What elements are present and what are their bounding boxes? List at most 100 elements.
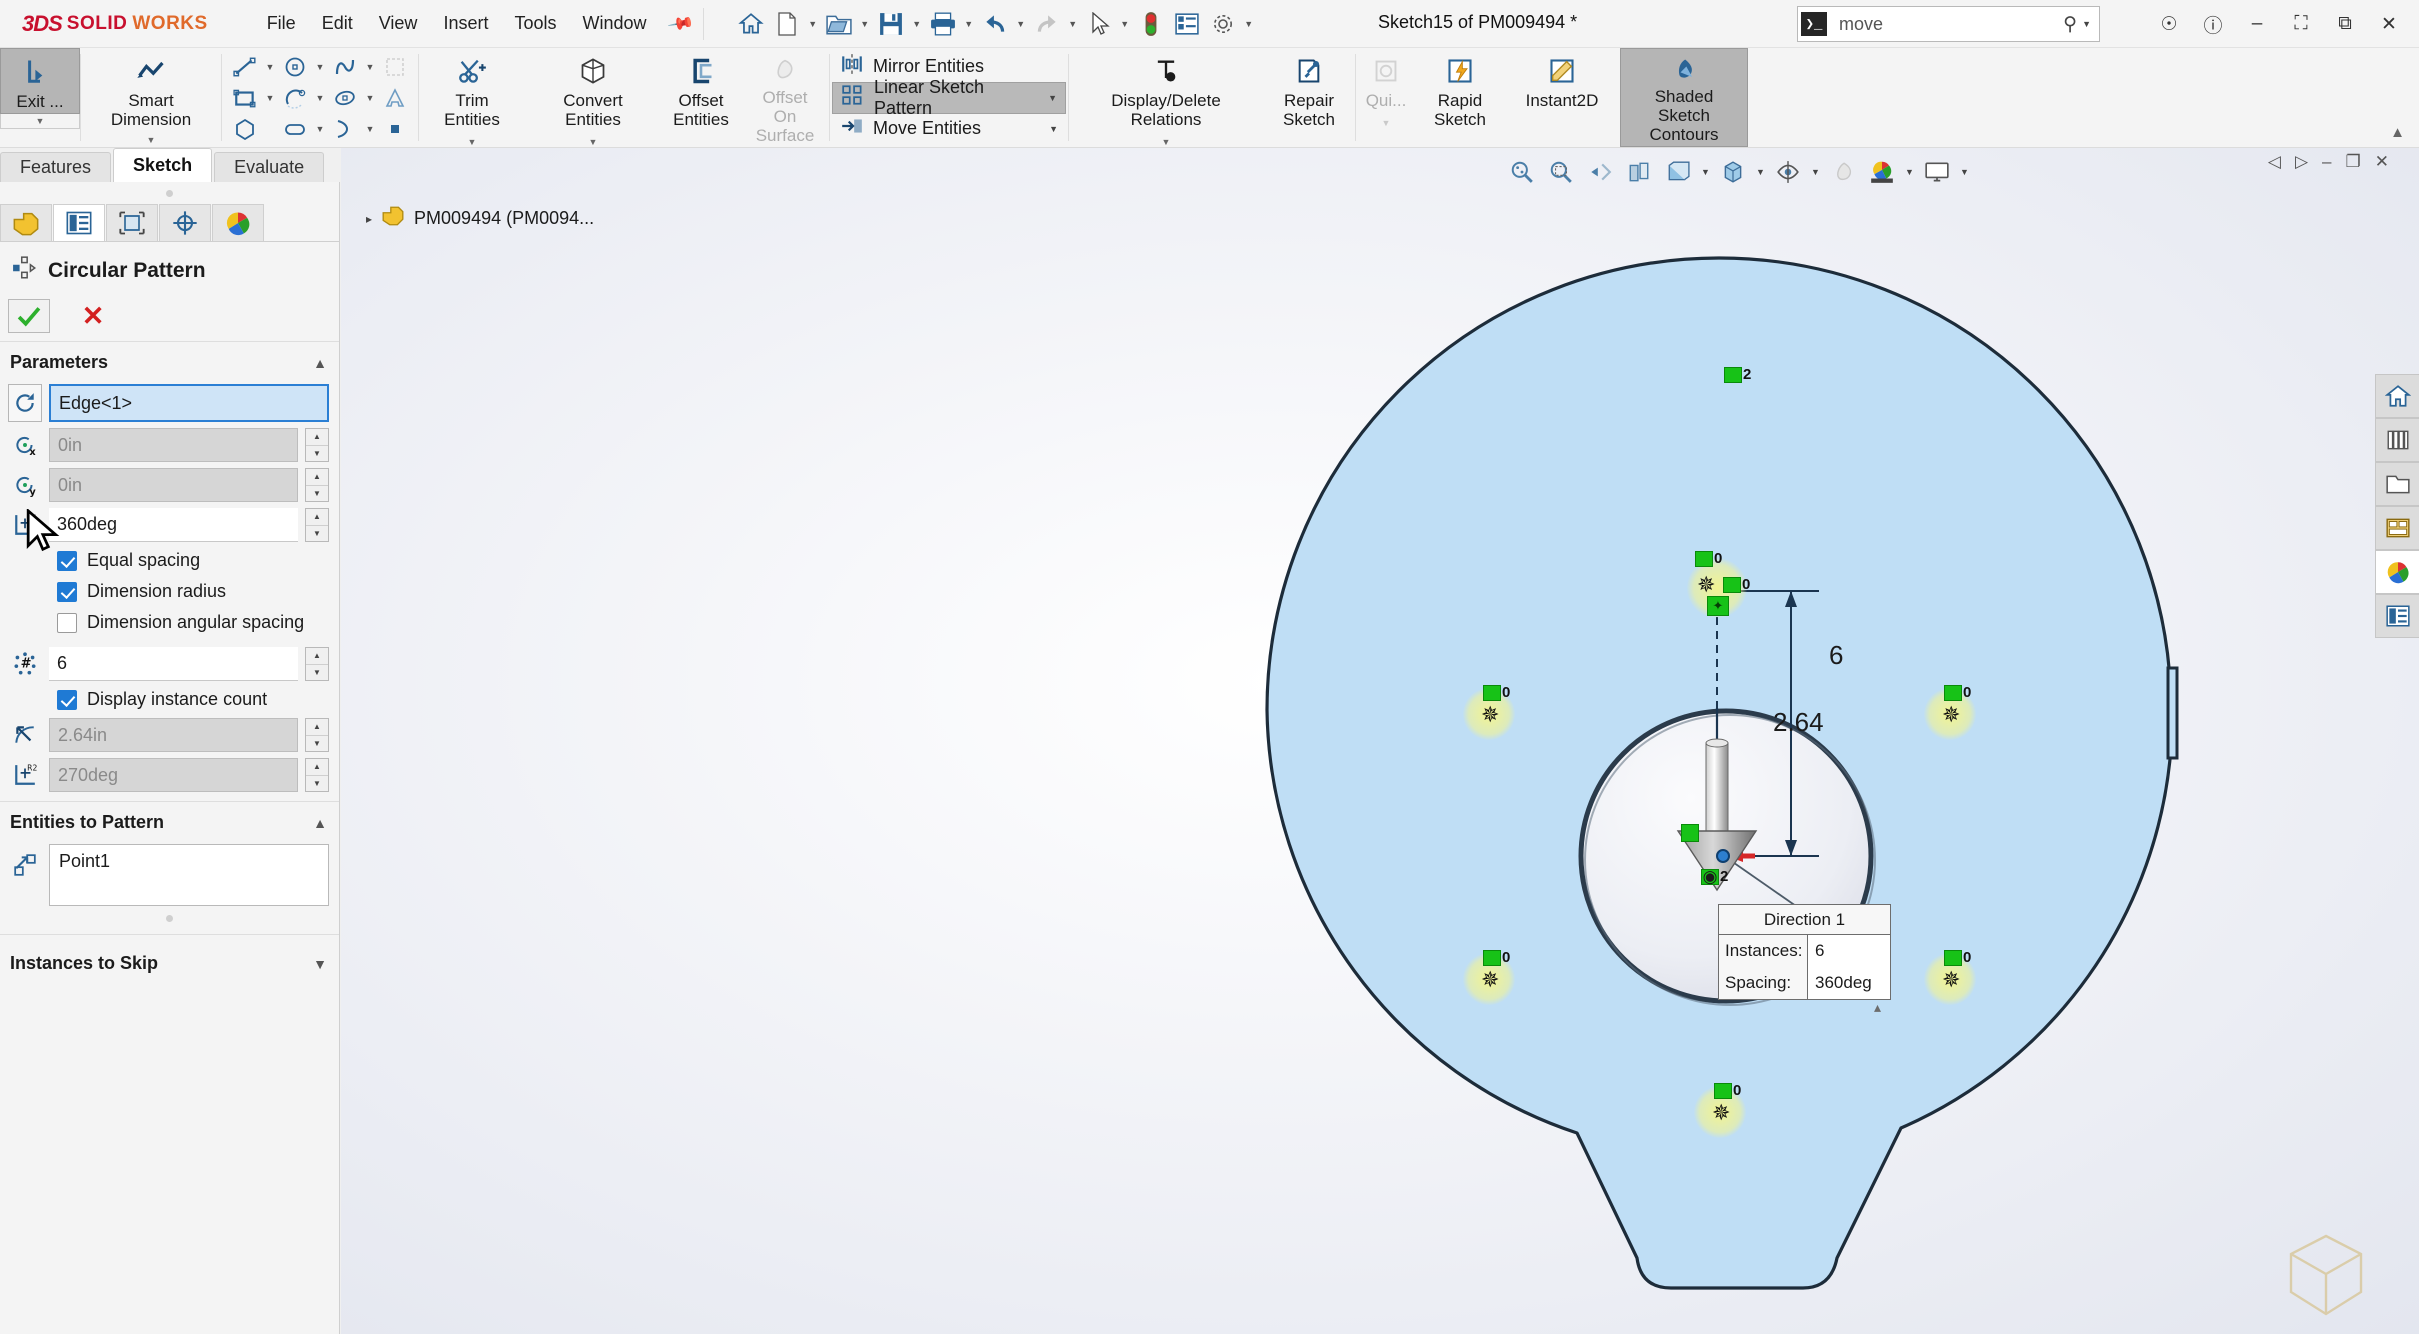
select-cursor-caret-icon[interactable]: ▼ [1118,19,1132,29]
section-entities-to-pattern[interactable]: Entities to Pattern ▲ [0,802,339,841]
view-palette-icon[interactable] [2375,506,2419,550]
polygon-icon[interactable] [228,114,262,144]
center-x-field[interactable]: 0in [49,428,298,462]
new-document-icon[interactable] [770,7,804,41]
solidworks-resources-icon[interactable] [2375,374,2419,418]
home-icon[interactable] [734,7,768,41]
pattern-point-seed[interactable]: 0 ✵ 0 ✦ [1681,550,1753,624]
exit-sketch-button[interactable]: Exit ... [0,48,80,114]
options-caret-icon[interactable]: ▼ [1242,19,1256,29]
graphics-area[interactable]: ▼ ▼ ▼ ▼ ▼ ◁ ▷ – ❐ ✕ ▸ PM009494 (PM0094..… [341,148,2419,1334]
shaded-sketch-contours-button[interactable]: Shaded Sketch Contours [1620,48,1748,147]
instance-count-stepper[interactable]: ▲ ▼ [305,647,329,681]
pattern-point-center[interactable]: ◉ 2 [1697,860,1745,900]
open-folder-caret-icon[interactable]: ▼ [858,19,872,29]
display-instance-count-checkbox[interactable] [57,689,77,710]
tab-evaluate[interactable]: Evaluate [214,152,325,182]
ellipse-caret-icon[interactable]: ▼ [362,93,378,103]
dimension-angular-spacing-checkbox[interactable] [57,612,77,633]
search-input[interactable]: ❯_ move ⚲ ▼ [1797,6,2100,42]
center-y-stepper[interactable]: ▲ ▼ [305,468,329,502]
options-gear-icon[interactable] [1206,7,1240,41]
chevron-up-icon[interactable]: ▲ [313,355,327,371]
tab-sketch[interactable]: Sketch [113,148,213,182]
ribbon-collapse-icon[interactable]: ▲ [2390,124,2405,141]
section-parameters[interactable]: Parameters ▲ [0,342,339,381]
arc-icon[interactable] [278,83,312,113]
instances-chevron-down-icon[interactable]: ▼ [313,956,327,972]
menu-item-file[interactable]: File [254,7,309,40]
instance-count-dimension[interactable]: 6 [1829,640,1843,671]
view-cube-icon[interactable] [2281,1230,2371,1320]
checkbox-display-instance-count[interactable]: Display instance count [0,684,339,715]
pattern-point-top[interactable]: 2 [1704,366,1756,422]
checkbox-dimension-angular-spacing[interactable]: Dimension angular spacing [0,607,339,638]
total-angle-stepper[interactable]: ▲ ▼ [305,508,329,542]
menu-item-tools[interactable]: Tools [501,7,569,40]
radius-field[interactable]: 2.64in [49,718,298,752]
move-entities-caret-icon[interactable]: ▼ [1035,124,1058,134]
minimize-button[interactable]: – [2237,4,2277,44]
display-delete-relations-button[interactable]: Display/Delete Relations [1069,48,1263,131]
undo-caret-icon[interactable]: ▼ [1014,19,1028,29]
spline-icon[interactable] [328,52,362,82]
menu-item-window[interactable]: Window [570,7,660,40]
tab-features[interactable]: Features [0,152,112,182]
rotation-axis-icon[interactable] [8,384,42,422]
select-cursor-icon[interactable] [1082,7,1116,41]
exit-sketch-dropdown-icon[interactable]: ▼ [0,114,80,129]
checkbox-dimension-radius[interactable]: Dimension radius [0,576,339,607]
center-x-stepper[interactable]: ▲ ▼ [305,428,329,462]
trim-entities-button[interactable]: Trim Entities [419,48,525,131]
radius-dimension[interactable]: 2.64 [1773,707,1824,738]
save-caret-icon[interactable]: ▼ [910,19,924,29]
menu-item-view[interactable]: View [366,7,431,40]
equal-spacing-checkbox[interactable] [57,550,77,571]
accept-button[interactable] [8,299,50,333]
search-icon[interactable]: ⚲ [2063,13,2077,36]
offset-entities-button[interactable]: Offset Entities [661,48,741,147]
file-explorer-icon[interactable] [2375,462,2419,506]
search-caret-icon[interactable]: ▼ [2082,19,2091,29]
slot-caret-icon[interactable]: ▼ [312,124,328,134]
instant2d-button[interactable]: Instant2D [1504,48,1620,147]
menu-item-edit[interactable]: Edit [309,7,366,40]
account-icon[interactable]: ☉ [2149,4,2189,44]
rebuild-traffic-light-icon[interactable] [1134,7,1168,41]
linear-sketch-pattern-caret-icon[interactable]: ▼ [1034,93,1057,103]
direction-callout[interactable]: Direction 1 Instances: 6 Spacing: 360deg… [1718,904,1891,1015]
redo-icon[interactable] [1030,7,1064,41]
restore-button[interactable]: ⧉ [2325,4,2365,44]
reference-axis-field[interactable]: Edge<1> [49,384,329,422]
configuration-manager-tab[interactable] [106,204,158,241]
pattern-point-bottom[interactable]: 0 ✵ [1694,1082,1746,1138]
point-icon[interactable] [378,114,412,144]
feature-manager-tab[interactable] [0,204,52,241]
arc-angle-stepper[interactable]: ▲ ▼ [305,758,329,792]
smart-dimension-dropdown-icon[interactable]: ▼ [81,131,221,149]
dimension-radius-checkbox[interactable] [57,581,77,602]
undo-icon[interactable] [978,7,1012,41]
panel-grab-handle[interactable] [0,182,339,204]
file-properties-icon[interactable] [1170,7,1204,41]
entities-to-pattern-field[interactable]: Point1 [49,844,329,906]
redo-caret-icon[interactable]: ▼ [1066,19,1080,29]
ellipse-icon[interactable] [328,83,362,113]
line-icon[interactable] [228,52,262,82]
entities-chevron-up-icon[interactable]: ▲ [313,815,327,831]
pin-icon[interactable]: 📌 [666,9,694,38]
cancel-button[interactable]: ✕ [76,299,110,333]
appearances-scenes-icon[interactable] [2375,550,2419,594]
radius-stepper[interactable]: ▲ ▼ [305,718,329,752]
instance-count-field[interactable]: 6 [49,647,298,681]
help-icon[interactable]: ⓘ [2193,4,2233,44]
arc-angle-field[interactable]: 270deg [49,758,298,792]
pattern-point-upper-left[interactable]: 0 ✵ [1463,684,1515,740]
print-caret-icon[interactable]: ▼ [962,19,976,29]
linear-sketch-pattern-button[interactable]: Linear Sketch Pattern ▼ [832,77,1066,118]
circle-caret-icon[interactable]: ▼ [312,62,328,72]
section-instances-to-skip[interactable]: Instances to Skip ▼ [0,935,339,982]
design-library-icon[interactable] [2375,418,2419,462]
pattern-point-lower-right[interactable]: 0 ✵ [1924,949,1976,1005]
convert-entities-button[interactable]: Convert Entities [525,48,661,131]
